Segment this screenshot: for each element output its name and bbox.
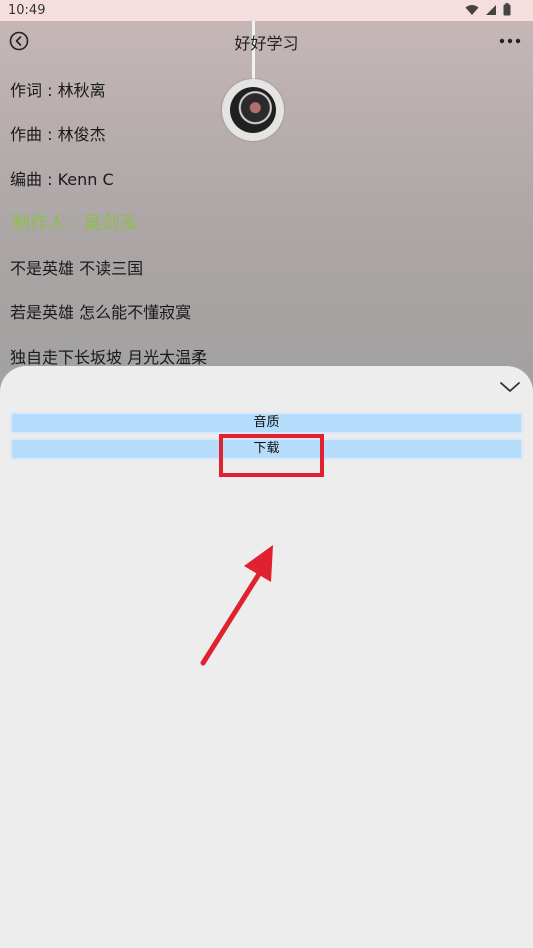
- wifi-icon: [465, 4, 479, 15]
- page-title: 好好学习: [234, 34, 299, 53]
- signal-icon: [486, 4, 496, 15]
- status-bar: 10:49: [0, 0, 533, 21]
- highlight-box: [219, 434, 324, 477]
- lyric-line-active[interactable]: 制作人 : 吴剑泓: [12, 209, 138, 235]
- lyric-line[interactable]: 作曲 : 林俊杰: [10, 121, 106, 145]
- sound-quality-button[interactable]: 音质: [12, 414, 521, 432]
- lyric-line[interactable]: 独自走下长坂坡 月光太温柔: [10, 344, 207, 368]
- battery-icon: [503, 3, 511, 16]
- album-cover-image: [230, 87, 276, 133]
- chevron-down-icon[interactable]: [499, 380, 521, 394]
- pointer-arrow: [200, 545, 273, 666]
- lyric-line[interactable]: 不是英雄 不读三国: [10, 255, 143, 279]
- lyric-line[interactable]: 作词 : 林秋离: [10, 77, 106, 101]
- more-dots-icon[interactable]: [499, 36, 521, 46]
- status-time: 10:49: [8, 3, 46, 18]
- lyric-line[interactable]: 编曲 : Kenn C: [10, 166, 114, 190]
- album-disc[interactable]: [222, 79, 284, 141]
- lyric-line[interactable]: 若是英雄 怎么能不懂寂寞: [10, 299, 191, 323]
- status-icons: [465, 3, 511, 16]
